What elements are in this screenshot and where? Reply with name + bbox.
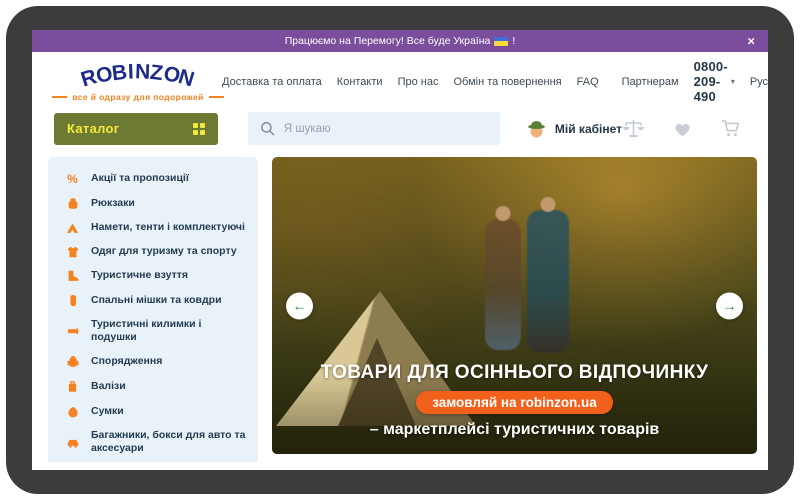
category-sidebar: % Акції та пропозиції Рюкзаки Намети, те… xyxy=(48,157,258,462)
sidebar-item-label: Спальні мішки та ковдри xyxy=(91,293,222,306)
account-label: Мій кабінет xyxy=(554,121,622,136)
grid-icon xyxy=(192,122,205,135)
nav-link-faq[interactable]: FAQ xyxy=(577,76,599,88)
logo-tagline-row: все й одразу для подорожей xyxy=(52,91,224,102)
sidebar-item-label: Туристичне взуття xyxy=(91,269,189,282)
tagline-dash-left xyxy=(52,95,68,98)
car-icon xyxy=(64,436,81,449)
catalog-button-label: Каталог xyxy=(67,121,120,136)
top-nav: Доставка та оплата Контакти Про нас Обмі… xyxy=(222,59,768,104)
sidebar-item-label: Одяг для туризму та спорту xyxy=(91,245,237,258)
sidebar-item-clothing[interactable]: Одяг для туризму та спорту xyxy=(48,240,258,264)
sidebar-item-label: Акції та пропозиції xyxy=(91,172,189,185)
sidebar-item-label: Намети, тенти і комплектуючі xyxy=(91,221,245,234)
sidebar-item-label: Спорядження xyxy=(91,355,163,368)
compare-scales-icon[interactable] xyxy=(622,118,645,139)
hero-subtitle: – маркетплейсі туристичних товарів xyxy=(369,421,660,438)
sidebar-item-mats[interactable]: Туристичні килимки і подушки xyxy=(48,313,258,349)
nav-link-about[interactable]: Про нас xyxy=(398,76,439,88)
sidebar-item-label: Валізи xyxy=(91,380,126,393)
hero-title: ТОВАРИ ДЛЯ ОСІННЬОГО ВІДПОЧИНКУ xyxy=(320,362,709,383)
main-content: % Акції та пропозиції Рюкзаки Намети, те… xyxy=(32,157,768,462)
mat-icon xyxy=(64,325,81,337)
header-main: Каталог Мій кабінет xyxy=(32,106,768,145)
search-input[interactable] xyxy=(283,122,488,135)
promo-text-wrap: Працюємо на Перемогу! Все буде Україна ! xyxy=(285,35,516,47)
logo-tagline: все й одразу для подорожей xyxy=(72,91,204,102)
hero-cta-button[interactable]: замовляй на robinzon.ua xyxy=(416,391,613,414)
ukraine-flag-icon xyxy=(494,36,509,46)
sidebar-item-label: Сумки xyxy=(91,405,124,418)
wishlist-heart-icon[interactable] xyxy=(672,119,693,138)
sidebar-item-label: Туристичні килимки і подушки xyxy=(91,318,202,344)
backpack-icon xyxy=(64,196,81,211)
person-silhouette xyxy=(485,219,522,351)
phone-number: 0800-209-490 xyxy=(693,59,728,104)
sidebar-item-backpacks[interactable]: Рюкзаки xyxy=(48,191,258,216)
arrow-left-icon: ← xyxy=(292,297,307,314)
sidebar-item-tents[interactable]: Намети, тенти і комплектуючі xyxy=(48,216,258,240)
arrow-right-icon: → xyxy=(722,297,737,314)
person-silhouette xyxy=(526,210,569,353)
tent-icon xyxy=(64,221,81,235)
sidebar-item-car-racks[interactable]: Багажники, бокси для авто та аксесуари xyxy=(48,424,258,460)
robinson-avatar-icon xyxy=(526,118,547,139)
nav-link-delivery[interactable]: Доставка та оплата xyxy=(222,76,322,88)
sleeping-bag-icon xyxy=(64,293,81,308)
promo-exclaim: ! xyxy=(512,35,516,47)
sidebar-item-footwear[interactable]: Туристичне взуття xyxy=(48,264,258,288)
sidebar-item-label: Рюкзаки xyxy=(91,196,135,209)
search-bar xyxy=(247,112,500,145)
tshirt-icon xyxy=(64,245,81,259)
sidebar-item-bags[interactable]: Сумки xyxy=(48,399,258,424)
catalog-button[interactable]: Каталог xyxy=(54,112,218,145)
nav-link-returns[interactable]: Обмін та повернення xyxy=(453,76,561,88)
gear-backpack-icon xyxy=(64,354,81,369)
cart-icon[interactable] xyxy=(720,118,742,139)
boot-icon xyxy=(64,269,81,283)
browser-viewport: Працюємо на Перемогу! Все буде Україна !… xyxy=(32,30,768,470)
chevron-down-icon: ▾ xyxy=(730,77,735,86)
lang-rus[interactable]: Рус xyxy=(750,76,768,88)
phone-dropdown[interactable]: 0800-209-490 ▾ xyxy=(694,59,735,104)
nav-link-contacts[interactable]: Контакти xyxy=(337,76,383,88)
promo-message: Працюємо на Перемогу! Все буде Україна xyxy=(284,35,491,47)
hero-text-block: ТОВАРИ ДЛЯ ОСІННЬОГО ВІДПОЧИНКУ замовляй… xyxy=(272,362,757,439)
sidebar-item-suitcases[interactable]: Валізи xyxy=(48,374,258,399)
logo-text: ROBINZON xyxy=(78,59,198,92)
percent-icon: % xyxy=(67,172,78,186)
hero-banner: ← → ТОВАРИ ДЛЯ ОСІННЬОГО ВІДПОЧИНКУ замо… xyxy=(272,157,757,454)
search-icon xyxy=(260,121,275,136)
suitcase-icon xyxy=(64,379,81,394)
carousel-next-button[interactable]: → xyxy=(716,292,743,319)
sidebar-item-equipment[interactable]: Спорядження xyxy=(48,349,258,374)
bag-icon xyxy=(64,404,81,419)
close-icon[interactable]: × xyxy=(747,35,755,48)
sidebar-item-promotions[interactable]: % Акції та пропозиції xyxy=(48,167,258,191)
header-top: ROBINZON все й одразу для подорожей Дост… xyxy=(32,52,768,106)
site-logo[interactable]: ROBINZON все й одразу для подорожей xyxy=(52,59,224,102)
carousel-prev-button[interactable]: ← xyxy=(286,292,313,319)
sidebar-item-sleeping-bags[interactable]: Спальні мішки та ковдри xyxy=(48,288,258,313)
nav-link-partners[interactable]: Партнерам xyxy=(622,76,679,88)
account-button[interactable]: Мій кабінет xyxy=(526,118,622,139)
promo-banner: Працюємо на Перемогу! Все буде Україна !… xyxy=(32,30,768,52)
sidebar-item-label: Багажники, бокси для авто та аксесуари xyxy=(91,429,246,455)
sidebar-item-watches[interactable]: Годинники та інші гаджети xyxy=(48,461,258,463)
header-action-icons xyxy=(622,118,746,139)
